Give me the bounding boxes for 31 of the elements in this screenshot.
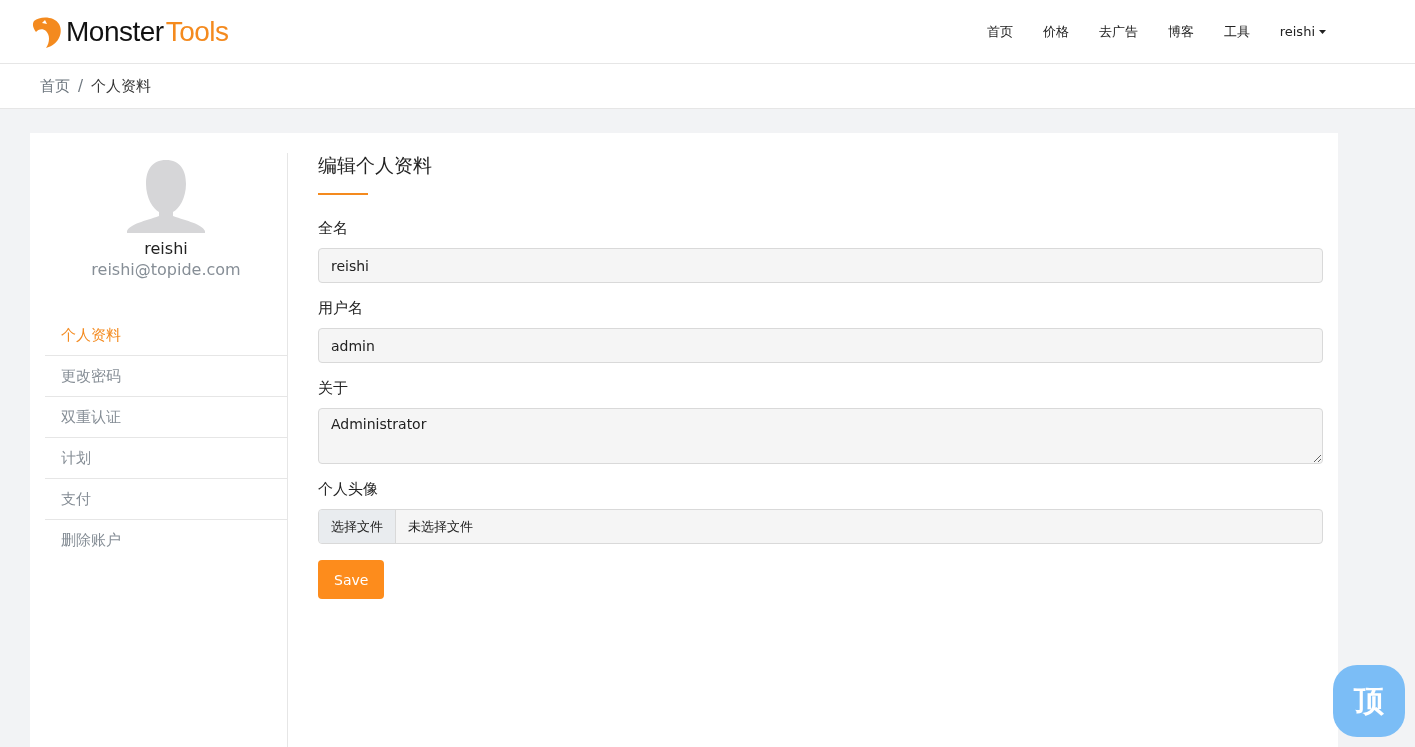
breadcrumb-separator: / (78, 77, 84, 95)
sidebar-item[interactable]: 双重认证 (45, 397, 287, 438)
field-label: 用户名 (318, 299, 364, 318)
file-status-text: 未选择文件 (407, 517, 474, 536)
text-input-field[interactable]: reishi (318, 248, 1323, 283)
logo-text: Monster (66, 15, 164, 48)
choose-file-button[interactable]: 选择文件 (319, 510, 396, 543)
logo-text: Tools (165, 15, 229, 48)
breadcrumb-link[interactable]: 首页 (40, 76, 70, 96)
title-underline (318, 193, 368, 195)
sidebar-item[interactable]: 更改密码 (45, 356, 287, 397)
sidebar-item[interactable]: 计划 (45, 438, 287, 479)
profile-name: reishi (144, 239, 188, 258)
field-label: 全名 (318, 219, 349, 238)
field-label: 关于 (318, 379, 349, 398)
textarea-field[interactable]: Administrator (318, 408, 1323, 464)
caret-icon (1319, 29, 1326, 34)
field-label: 个人头像 (318, 480, 379, 499)
profile-email: reishi@topide.com (91, 260, 241, 279)
nav-link[interactable]: 去广告 (1083, 14, 1153, 49)
text-input-field[interactable]: admin (318, 328, 1323, 363)
breadcrumb-current: 个人资料 (91, 76, 152, 96)
nav-link[interactable]: 首页 (971, 14, 1028, 49)
sidebar-item[interactable]: 删除账户 (45, 520, 287, 560)
file-input-field[interactable]: 选择文件 未选择文件 (318, 509, 1323, 544)
nav-link[interactable]: 价格 (1027, 14, 1084, 49)
avatar-silhouette-icon (127, 160, 205, 233)
form-title: 编辑个人资料 (318, 153, 433, 178)
nav-link[interactable]: 博客 (1152, 14, 1209, 49)
nav-link[interactable]: 工具 (1208, 14, 1265, 49)
user-menu-link[interactable]: reishi (1264, 14, 1341, 49)
